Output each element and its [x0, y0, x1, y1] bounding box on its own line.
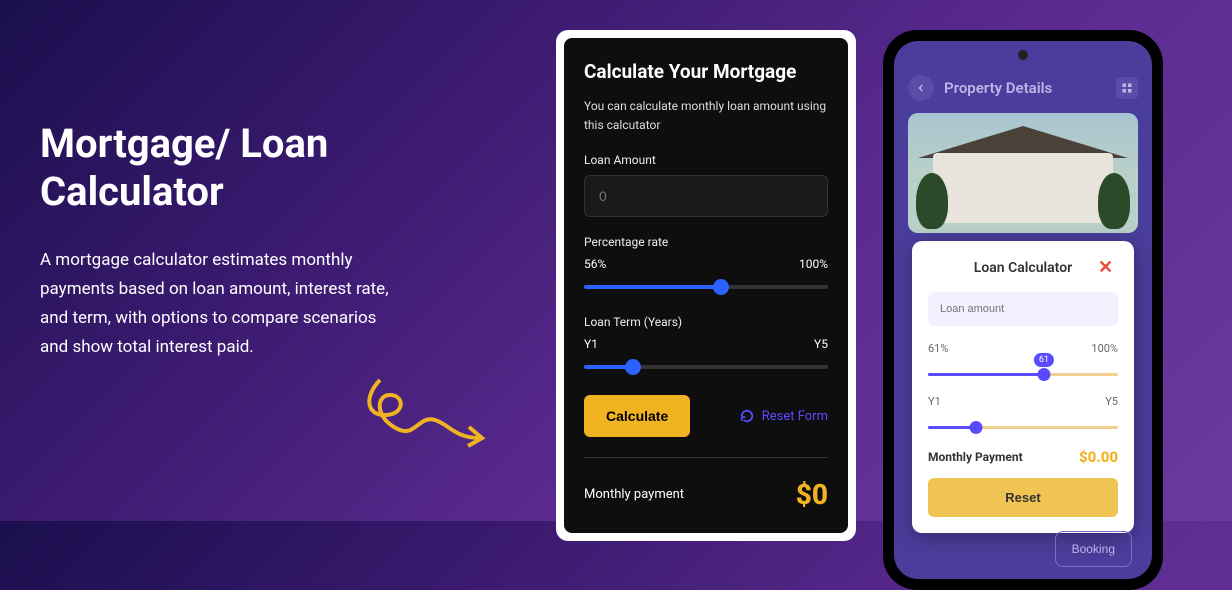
term-min-label: Y1: [584, 337, 598, 351]
popup-rate-value-bubble: 61: [1034, 353, 1054, 367]
popup-rate-max: 100%: [1091, 342, 1118, 355]
popup-payment-label: Monthly Payment: [928, 450, 1023, 464]
popup-term-min: Y1: [928, 395, 941, 408]
camera-icon: [1018, 50, 1028, 60]
calculator-title: Calculate Your Mortgage: [584, 60, 828, 83]
popup-payment-value: $0.00: [1079, 448, 1118, 466]
loan-amount-label: Loan Amount: [584, 153, 828, 167]
calculator-card: Calculate Your Mortgage You can calculat…: [556, 30, 856, 541]
popup-rate-min: 61%: [928, 342, 948, 355]
popup-reset-button[interactable]: Reset: [928, 478, 1118, 517]
calculate-button[interactable]: Calculate: [584, 395, 690, 437]
rate-min-label: 56%: [584, 257, 606, 271]
grid-button[interactable]: [1116, 77, 1138, 99]
rate-max-label: 100%: [799, 257, 828, 271]
arrow-squiggle-icon: [360, 360, 500, 460]
term-label: Loan Term (Years): [584, 315, 828, 329]
rate-label: Percentage rate: [584, 235, 828, 249]
loan-amount-input[interactable]: [584, 175, 828, 217]
divider: [584, 457, 828, 458]
loan-calculator-popup: Loan Calculator ✕ 61% 100% 61 Y1 Y5: [912, 241, 1134, 533]
reset-form-link[interactable]: Reset Form: [740, 409, 828, 424]
close-button[interactable]: ✕: [1098, 257, 1118, 278]
monthly-payment-value: $0: [796, 478, 828, 511]
chevron-left-icon: [915, 82, 927, 94]
phone-screen: Property Details Loan Calculator ✕: [894, 41, 1152, 579]
reset-form-label: Reset Form: [762, 409, 828, 424]
popup-title: Loan Calculator: [948, 260, 1098, 276]
rate-slider[interactable]: [584, 277, 828, 297]
page-description: A mortgage calculator estimates monthly …: [40, 246, 400, 362]
popup-term-max: Y5: [1105, 395, 1118, 408]
marketing-copy: Mortgage/ Loan Calculator A mortgage cal…: [40, 120, 400, 362]
property-photo: [908, 113, 1138, 233]
popup-term-slider[interactable]: [928, 412, 1118, 436]
back-button[interactable]: [908, 75, 934, 101]
grid-icon: [1121, 82, 1133, 94]
close-icon: ✕: [1098, 257, 1113, 278]
popup-loan-amount-input[interactable]: [928, 292, 1118, 326]
monthly-payment-label: Monthly payment: [584, 487, 684, 502]
refresh-icon: [740, 409, 754, 423]
phone-frame: Property Details Loan Calculator ✕: [883, 30, 1163, 590]
popup-rate-slider[interactable]: 61: [928, 359, 1118, 383]
term-max-label: Y5: [814, 337, 828, 351]
phone-page-title: Property Details: [944, 79, 1116, 97]
term-slider[interactable]: [584, 357, 828, 377]
booking-button[interactable]: Booking: [1055, 531, 1132, 567]
calculator-subtitle: You can calculate monthly loan amount us…: [584, 97, 828, 135]
page-title: Mortgage/ Loan Calculator: [40, 120, 400, 216]
